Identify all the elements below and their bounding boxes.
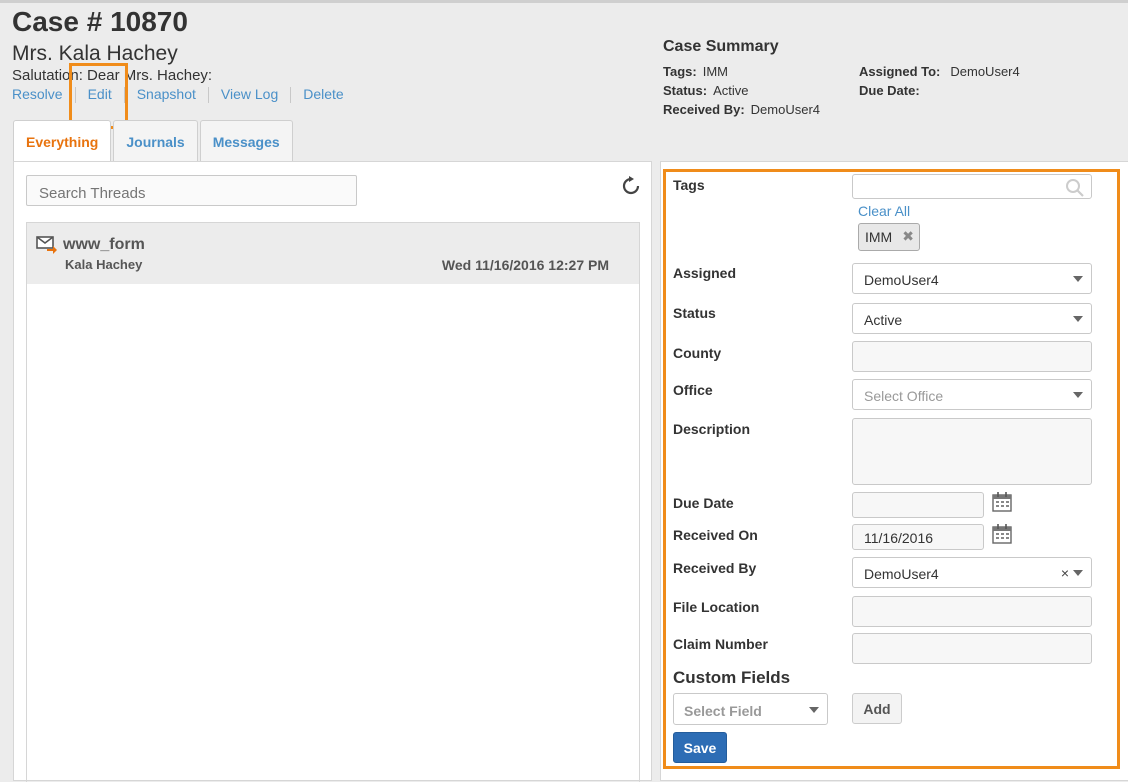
file-location-label: File Location	[673, 599, 760, 615]
select-field-dropdown[interactable]: Select Field	[673, 693, 828, 725]
snapshot-link[interactable]: Snapshot	[137, 86, 196, 103]
thread-subject: www_form	[63, 236, 145, 253]
office-label: Office	[673, 382, 713, 398]
chevron-down-icon	[1073, 276, 1083, 282]
top-border	[0, 0, 1128, 3]
remove-icon[interactable]: ✖	[902, 228, 914, 245]
description-label: Description	[673, 421, 751, 437]
clear-all-link[interactable]: Clear All	[858, 203, 910, 219]
case-summary: Case Summary	[663, 38, 779, 63]
save-button[interactable]: Save	[673, 732, 727, 763]
received-by-label: Received By	[673, 560, 757, 576]
threads-panel: www_form Kala Hachey Wed 11/16/2016 12:2…	[13, 161, 652, 782]
summary-assigned-to: Assigned To: DemoUser4	[859, 64, 1020, 79]
chevron-down-icon	[809, 707, 819, 713]
case-actions: Resolve Edit Snapshot View Log Delete	[12, 86, 344, 103]
thread-date: Wed 11/16/2016 12:27 PM	[441, 257, 609, 273]
case-summary-title: Case Summary	[663, 38, 779, 55]
case-salutation: Salutation: Dear Mrs. Hachey:	[12, 67, 213, 84]
county-label: County	[673, 345, 722, 361]
tab-everything[interactable]: Everything	[13, 120, 112, 163]
status-label: Status	[673, 305, 716, 321]
thread-from: Kala Hachey	[65, 257, 143, 272]
summary-status: Status: Active	[663, 83, 749, 98]
chevron-down-icon	[1073, 316, 1083, 322]
delete-link[interactable]: Delete	[303, 86, 343, 103]
case-name: Mrs. Kala Hachey	[12, 42, 178, 65]
search-icon	[1066, 179, 1084, 197]
description-textarea[interactable]	[852, 418, 1092, 485]
search-threads-input[interactable]	[26, 175, 357, 206]
claim-number-input[interactable]	[852, 633, 1092, 664]
file-location-input[interactable]	[852, 596, 1092, 627]
calendar-icon[interactable]	[991, 491, 1013, 513]
county-input[interactable]	[852, 341, 1092, 372]
thread-row[interactable]: www_form Kala Hachey Wed 11/16/2016 12:2…	[27, 223, 639, 284]
claim-number-label: Claim Number	[673, 636, 768, 652]
divider	[207, 87, 209, 103]
divider	[290, 87, 292, 103]
due-date-label: Due Date	[673, 495, 734, 511]
divider	[123, 87, 125, 103]
status-select[interactable]: Active	[852, 303, 1092, 334]
assigned-label: Assigned	[673, 265, 737, 281]
received-on-label: Received On	[673, 527, 758, 543]
tab-bar: Everything Journals Messages	[13, 120, 295, 163]
divider	[74, 87, 76, 103]
tag-chip-label: IMM	[865, 229, 893, 245]
tab-journals[interactable]: Journals	[113, 120, 198, 162]
resolve-link[interactable]: Resolve	[12, 86, 63, 103]
edit-link[interactable]: Edit	[88, 86, 112, 103]
summary-received-by: Received By: DemoUser4	[663, 102, 821, 117]
tags-label: Tags	[673, 177, 705, 193]
tags-search-input[interactable]	[852, 174, 1092, 199]
case-title: Case # 10870	[12, 6, 188, 37]
clear-icon[interactable]: ×	[1061, 565, 1069, 581]
calendar-icon[interactable]	[991, 523, 1013, 545]
add-field-button[interactable]: Add	[852, 693, 902, 724]
view-log-link[interactable]: View Log	[221, 86, 278, 103]
office-select[interactable]: Select Office	[852, 379, 1092, 410]
summary-tags: Tags: IMM	[663, 64, 728, 79]
refresh-icon[interactable]	[621, 176, 641, 196]
mail-forward-icon	[36, 236, 57, 254]
received-by-select[interactable]: DemoUser4 ×	[852, 557, 1092, 588]
due-date-input[interactable]	[852, 492, 984, 518]
tag-chip-imm: IMM ✖	[858, 223, 920, 251]
chevron-down-icon	[1073, 570, 1083, 576]
assigned-select[interactable]: DemoUser4	[852, 263, 1092, 294]
summary-due-date: Due Date:	[859, 83, 920, 98]
received-on-input[interactable]: 11/16/2016	[852, 524, 984, 550]
thread-list: www_form Kala Hachey Wed 11/16/2016 12:2…	[26, 222, 640, 782]
chevron-down-icon	[1073, 392, 1083, 398]
custom-fields-title: Custom Fields	[673, 668, 791, 687]
tab-messages[interactable]: Messages	[199, 120, 293, 162]
